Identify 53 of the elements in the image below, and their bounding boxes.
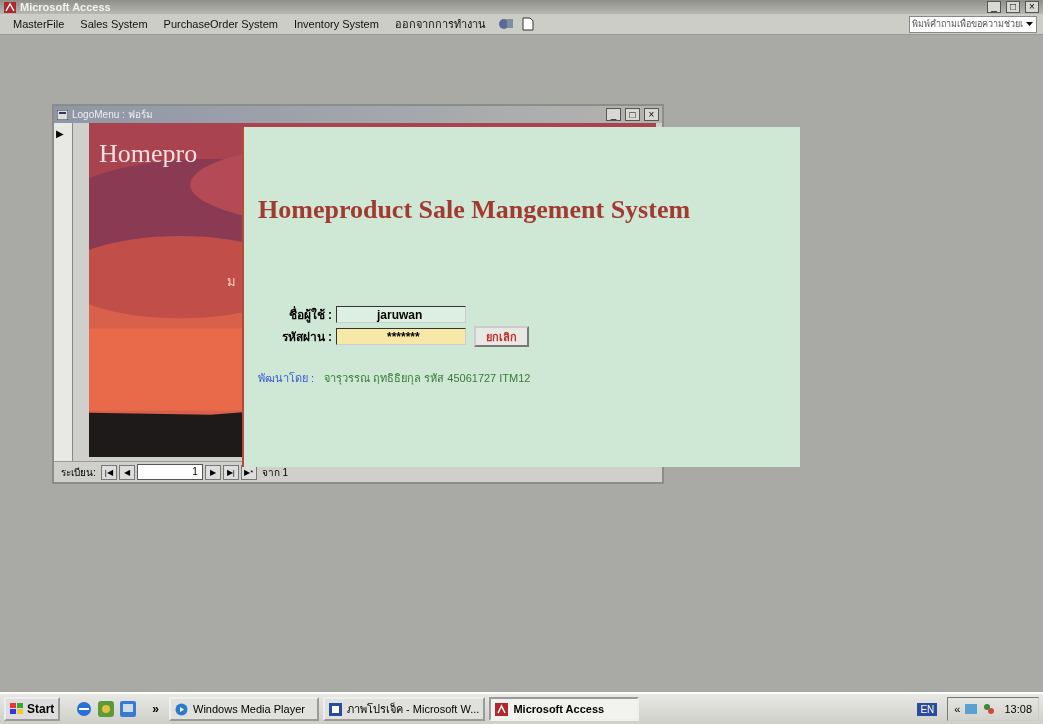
menu-item[interactable]: PurchaseOrder System bbox=[156, 18, 285, 30]
field-label: ชื่อผู้ใช้ : bbox=[287, 305, 332, 324]
maximize-button[interactable]: □ bbox=[625, 108, 640, 121]
dropdown-arrow-icon[interactable] bbox=[1026, 22, 1033, 26]
menu-item[interactable]: ออกจากการทำงาน bbox=[387, 15, 493, 33]
help-search-field[interactable]: พิมพ์คำถามเพื่อขอความช่วยเ bbox=[909, 15, 1037, 33]
previous-record-button[interactable]: ◀ bbox=[118, 464, 135, 480]
media-icon[interactable] bbox=[98, 701, 115, 717]
record-number-field[interactable]: 1 bbox=[136, 464, 203, 480]
tray-icon[interactable] bbox=[964, 702, 979, 716]
window-title: Microsoft Access bbox=[20, 1, 111, 13]
close-button[interactable]: × bbox=[644, 108, 659, 121]
windows-flag-icon bbox=[10, 703, 24, 715]
minimize-button[interactable]: _ bbox=[987, 1, 1001, 13]
start-button[interactable]: Start bbox=[4, 697, 61, 721]
credit-label: พัฒนาโดย : bbox=[258, 371, 315, 386]
taskbar-button[interactable]: ภาพโปรเจ็ค - Microsoft W... bbox=[323, 697, 486, 721]
tray-icon[interactable] bbox=[982, 702, 997, 716]
picture-title: Homepro bbox=[99, 139, 198, 169]
maximize-button[interactable]: □ bbox=[1006, 1, 1020, 13]
record-selector[interactable]: ▶ bbox=[56, 128, 64, 139]
menu-item[interactable]: MasterFile bbox=[6, 18, 72, 30]
password-field[interactable]: ******* bbox=[336, 327, 466, 345]
username-field[interactable]: jaruwan bbox=[336, 305, 466, 323]
form-icon bbox=[57, 109, 68, 120]
taskbar-button[interactable]: Microsoft Access bbox=[489, 697, 640, 721]
first-record-button[interactable]: |◀ bbox=[100, 464, 117, 480]
tray-expand-button[interactable]: « bbox=[954, 703, 961, 715]
play-icon bbox=[175, 702, 189, 716]
form-title: LogoMenu : ฟอร์ม bbox=[72, 108, 153, 122]
record-count: จาก 1 bbox=[261, 465, 289, 480]
app-icon bbox=[495, 702, 509, 716]
close-button[interactable]: × bbox=[1025, 1, 1039, 13]
dialog-title: Homeproduct Sale Mangement System bbox=[258, 195, 692, 225]
credit-text: จารุวรรณ ฤทธิธิยกุล รหัส 45061727 ITM12 bbox=[324, 371, 531, 387]
field-label: รหัสผ่าน : bbox=[280, 328, 332, 346]
desktop-icon[interactable] bbox=[120, 701, 137, 717]
minimize-button[interactable]: _ bbox=[606, 108, 621, 121]
clock: 13:08 bbox=[1004, 703, 1032, 715]
overflow-button[interactable]: » bbox=[146, 701, 166, 717]
picture-text: ม bbox=[227, 273, 236, 291]
record-label: ระเบียน: bbox=[61, 465, 96, 480]
document-icon bbox=[329, 702, 343, 716]
page-icon[interactable] bbox=[521, 17, 534, 31]
language-indicator[interactable]: EN bbox=[917, 702, 938, 716]
menu-item[interactable]: Inventory System bbox=[286, 18, 386, 30]
taskbar-button[interactable]: Windows Media Player bbox=[169, 697, 320, 721]
app-icon bbox=[4, 1, 16, 13]
next-record-button[interactable]: ▶ bbox=[204, 464, 221, 480]
cancel-button[interactable]: ยกเลิก bbox=[474, 325, 529, 347]
menu-item[interactable]: Sales System bbox=[73, 18, 155, 30]
last-record-button[interactable]: ▶| bbox=[222, 464, 239, 480]
browser-icon[interactable] bbox=[76, 701, 93, 717]
